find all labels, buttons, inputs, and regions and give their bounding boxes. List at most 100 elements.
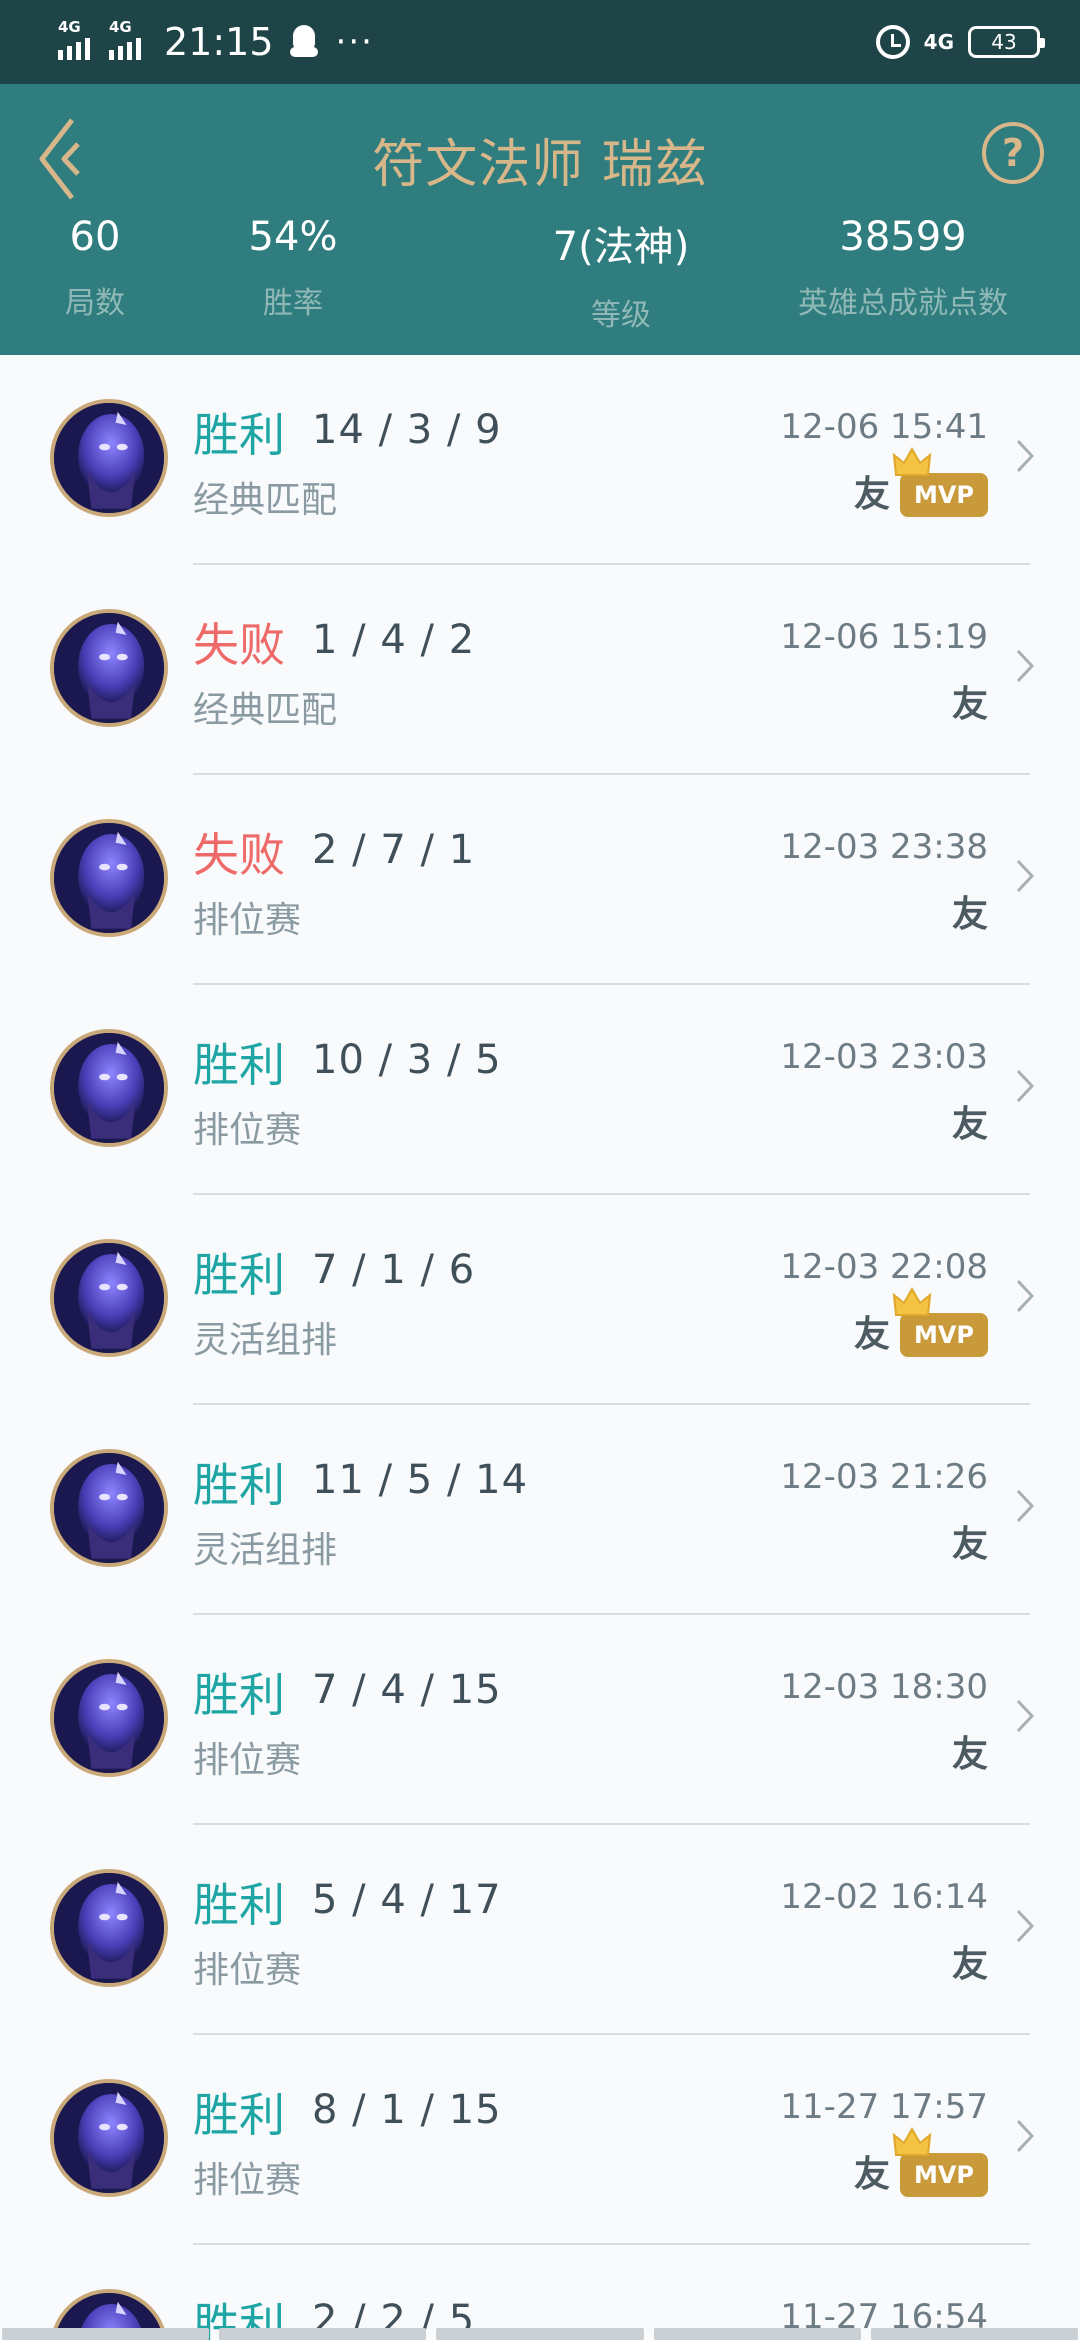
match-row[interactable]: 胜利 14 / 3 / 9 经典匹配 12-06 15:41 友 MVP bbox=[0, 355, 1080, 565]
status-bar: 4G 4G 21:15 ··· 4G 43 bbox=[0, 0, 1080, 84]
stat-games: 60 局数 bbox=[65, 214, 125, 322]
match-mode: 排位赛 bbox=[193, 1110, 302, 1151]
match-mode: 排位赛 bbox=[193, 1740, 302, 1781]
match-kda: 7 / 4 / 15 bbox=[312, 1667, 502, 1713]
match-row[interactable]: 失败 1 / 4 / 2 经典匹配 12-06 15:19 友 bbox=[0, 565, 1080, 775]
match-badges: 友 bbox=[952, 883, 988, 939]
alarm-icon bbox=[875, 25, 910, 59]
match-time: 12-03 23:38 bbox=[780, 827, 988, 867]
champion-portrait-icon bbox=[54, 1453, 164, 1563]
status-bar-left: 4G 4G 21:15 ··· bbox=[58, 18, 374, 66]
match-kda: 14 / 3 / 9 bbox=[312, 407, 502, 453]
match-row[interactable]: 胜利 7 / 4 / 15 排位赛 12-03 18:30 友 bbox=[0, 1615, 1080, 1825]
match-badges: 友 MVP bbox=[853, 447, 988, 519]
stat-label: 局数 bbox=[65, 286, 125, 321]
match-mode: 排位赛 bbox=[193, 900, 302, 941]
mvp-badge: MVP bbox=[892, 2127, 988, 2197]
champion-avatar bbox=[50, 819, 168, 937]
friend-icon: 友 bbox=[853, 474, 890, 515]
champion-avatar bbox=[50, 1029, 168, 1147]
more-notifications-icon: ··· bbox=[335, 22, 374, 62]
help-button[interactable]: ? bbox=[982, 122, 1044, 184]
match-result: 失败 bbox=[193, 618, 285, 672]
match-time: 12-03 18:30 bbox=[780, 1667, 988, 1707]
champion-avatar bbox=[50, 1239, 168, 1357]
chevron-right-icon bbox=[1016, 1279, 1034, 1313]
match-mode: 灵活组排 bbox=[193, 1530, 338, 1571]
match-badges: 友 bbox=[952, 1933, 988, 1989]
match-mode: 经典匹配 bbox=[193, 480, 338, 521]
match-badges: 友 bbox=[952, 673, 988, 729]
match-row[interactable]: 胜利 11 / 5 / 14 灵活组排 12-03 21:26 友 bbox=[0, 1405, 1080, 1615]
network-type-label: 4G bbox=[923, 30, 954, 54]
match-badges: 友 MVP bbox=[853, 2127, 988, 2199]
champion-avatar bbox=[50, 2079, 168, 2197]
champion-portrait-icon bbox=[54, 1663, 164, 1773]
match-row[interactable]: 失败 2 / 7 / 1 排位赛 12-03 23:38 友 bbox=[0, 775, 1080, 985]
chevron-right-icon bbox=[1016, 2119, 1034, 2153]
match-history-list: 胜利 14 / 3 / 9 经典匹配 12-06 15:41 友 MVP 失败 … bbox=[0, 355, 1080, 2340]
mvp-badge: MVP bbox=[892, 1287, 988, 1357]
champion-portrait-icon bbox=[54, 823, 164, 933]
match-mode: 排位赛 bbox=[193, 2160, 302, 2201]
chevron-right-icon bbox=[1016, 859, 1034, 893]
chevron-right-icon bbox=[1016, 1909, 1034, 1943]
match-result: 胜利 bbox=[193, 1038, 285, 1092]
match-kda: 1 / 4 / 2 bbox=[312, 617, 476, 663]
match-badges: 友 bbox=[952, 1093, 988, 1149]
champion-avatar bbox=[50, 1449, 168, 1567]
match-mode: 经典匹配 bbox=[193, 690, 338, 731]
stat-win-rate: 54% 胜率 bbox=[249, 214, 338, 322]
battery-icon: 43 bbox=[968, 26, 1045, 58]
chevron-right-icon bbox=[1016, 1489, 1034, 1523]
match-row[interactable]: 胜利 8 / 1 / 15 排位赛 11-27 17:57 友 MVP bbox=[0, 2035, 1080, 2245]
friend-icon: 友 bbox=[951, 894, 988, 935]
match-result: 胜利 bbox=[193, 1668, 285, 1722]
match-row[interactable]: 胜利 7 / 1 / 6 灵活组排 12-03 22:08 友 MVP bbox=[0, 1195, 1080, 1405]
match-row[interactable]: 胜利 2 / 2 / 5 11-27 16:54 bbox=[0, 2245, 1080, 2340]
signal-icon: 4G bbox=[58, 18, 99, 60]
champion-avatar bbox=[50, 1659, 168, 1777]
match-result: 失败 bbox=[193, 828, 285, 882]
champion-avatar bbox=[50, 399, 168, 517]
network-type-label: 4G bbox=[109, 18, 132, 36]
match-result: 胜利 bbox=[193, 1458, 285, 1512]
match-result: 胜利 bbox=[193, 2088, 285, 2142]
stat-value: 38599 bbox=[839, 214, 967, 260]
match-kda: 7 / 1 / 6 bbox=[312, 1247, 476, 1293]
crown-icon bbox=[892, 1287, 932, 1316]
match-badges: 友 bbox=[952, 1513, 988, 1569]
match-result: 胜利 bbox=[193, 408, 285, 462]
status-time: 21:15 bbox=[164, 20, 274, 64]
mvp-label: MVP bbox=[913, 2161, 975, 2189]
match-time: 11-27 17:57 bbox=[780, 2087, 988, 2127]
match-result: 胜利 bbox=[193, 1248, 285, 1302]
champion-portrait-icon bbox=[54, 403, 164, 513]
friend-icon: 友 bbox=[951, 1734, 988, 1775]
qq-penguin-icon bbox=[289, 25, 318, 59]
friend-icon: 友 bbox=[951, 1944, 988, 1985]
match-mode: 灵活组排 bbox=[193, 1320, 338, 1361]
match-kda: 5 / 4 / 17 bbox=[312, 1877, 502, 1923]
match-badges: 友 bbox=[952, 1723, 988, 1779]
friend-icon: 友 bbox=[853, 2154, 890, 2195]
stat-achievement-points: 38599 英雄总成就点数 bbox=[798, 214, 1008, 322]
match-row[interactable]: 胜利 10 / 3 / 5 排位赛 12-03 23:03 友 bbox=[0, 985, 1080, 1195]
champion-avatar bbox=[50, 1869, 168, 1987]
chevron-right-icon bbox=[1016, 1699, 1034, 1733]
stat-value: 60 bbox=[69, 214, 121, 260]
mvp-label: MVP bbox=[913, 481, 975, 509]
match-row[interactable]: 胜利 5 / 4 / 17 排位赛 12-02 16:14 友 bbox=[0, 1825, 1080, 2035]
match-time: 12-06 15:19 bbox=[780, 617, 988, 657]
network-type-label: 4G bbox=[58, 18, 81, 36]
crown-icon bbox=[892, 2127, 932, 2156]
page-title: 符文法师 瑞兹 bbox=[372, 135, 708, 195]
match-kda: 10 / 3 / 5 bbox=[312, 1037, 502, 1083]
signal-icon: 4G bbox=[109, 18, 150, 60]
friend-icon: 友 bbox=[951, 1104, 988, 1145]
chevron-right-icon bbox=[1016, 439, 1034, 473]
status-bar-right: 4G 43 bbox=[875, 20, 1045, 64]
friend-icon: 友 bbox=[951, 1524, 988, 1565]
champion-portrait-icon bbox=[54, 1873, 164, 1983]
friend-icon: 友 bbox=[951, 684, 988, 725]
